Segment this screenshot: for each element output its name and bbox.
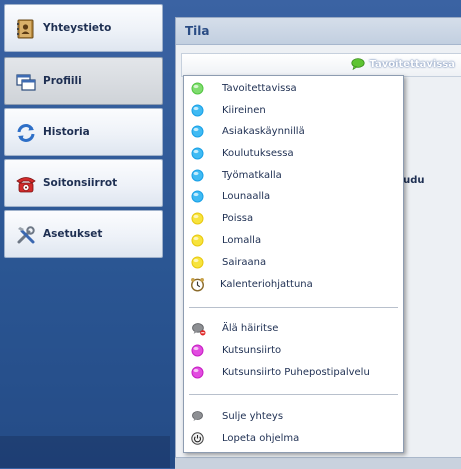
menu-item-sairaana[interactable]: Sairaana <box>184 252 403 273</box>
menu-item-ala-hairitse[interactable]: Älä häiritse <box>184 318 403 339</box>
menu-item-label: Työmatkalla <box>222 170 282 181</box>
chat-bubble-icon <box>351 58 366 70</box>
tools-icon <box>17 226 35 244</box>
status-dot-icon <box>191 190 204 203</box>
nav-item-asetukset[interactable]: Asetukset <box>4 210 163 258</box>
nav-item-soitonsiirrot[interactable]: Soitonsiirrot <box>4 159 163 207</box>
current-status-label: Tavoitettavissa <box>369 58 455 70</box>
bottom-shade <box>0 436 170 468</box>
status-dot-icon <box>191 104 204 117</box>
menu-item-asiakaskaynnilla[interactable]: Asiakaskäynnillä <box>184 121 403 142</box>
menu-item-label: Lomalla <box>222 235 262 246</box>
current-status-selector[interactable]: Tavoitettavissa <box>181 53 461 77</box>
status-dot-icon <box>191 234 204 247</box>
menu-item-label: Sulje yhteys <box>222 411 284 422</box>
menu-item-label: Kutsunsiirto <box>222 345 282 356</box>
nav-item-historia[interactable]: Historia <box>4 108 163 156</box>
nav-label-soitonsiirrot: Soitonsiirrot <box>43 177 118 189</box>
panel-title: Tila <box>185 24 210 38</box>
panel-footer <box>175 457 461 469</box>
nav-label-asetukset: Asetukset <box>43 228 103 240</box>
menu-item-label: Kiireinen <box>222 105 266 116</box>
menu-item-sulje-yhteys[interactable]: Sulje yhteys <box>184 406 403 427</box>
menu-item-kutsunsiirto[interactable]: Kutsunsiirto <box>184 340 403 361</box>
menu-item-label: Poissa <box>222 213 254 224</box>
menu-item-label: Lopeta ohjelma <box>222 433 300 444</box>
nav-label-yhteystieto: Yhteystieto <box>43 22 112 34</box>
nav-label-historia: Historia <box>43 126 90 138</box>
menu-item-kutsunsiirto-puhepostipalvelu[interactable]: Kutsunsiirto Puhepostipalvelu <box>184 362 403 383</box>
menu-item-lomalla[interactable]: Lomalla <box>184 230 403 251</box>
menu-item-label: Älä häiritse <box>222 323 279 334</box>
alarm-clock-icon <box>191 278 204 292</box>
menu-item-tavoitettavissa[interactable]: Tavoitettavissa <box>184 78 403 99</box>
menu-item-kalenteriohjattuna[interactable]: Kalenteriohjattuna <box>184 274 403 295</box>
status-dot-icon <box>191 125 204 138</box>
menu-item-lopeta-ohjelma[interactable]: Lopeta ohjelma <box>184 428 403 449</box>
menu-item-tyomatkalla[interactable]: Työmatkalla <box>184 165 403 186</box>
menu-item-lounaalla[interactable]: Lounaalla <box>184 186 403 207</box>
phone-icon <box>16 177 36 193</box>
menu-item-label: Tavoitettavissa <box>222 83 297 94</box>
menu-item-poissa[interactable]: Poissa <box>184 208 403 229</box>
menu-item-label: Asiakaskäynnillä <box>222 126 305 137</box>
status-dot-icon <box>191 147 204 160</box>
status-dropdown-menu: Tavoitettavissa Kiireinen Asiakaskäynnil… <box>183 75 404 453</box>
menu-item-label: Sairaana <box>222 257 267 268</box>
menu-item-label: Kalenteriohjattuna <box>220 279 313 290</box>
menu-item-koulutuksessa[interactable]: Koulutuksessa <box>184 143 403 164</box>
menu-separator <box>189 394 398 395</box>
menu-item-label: Lounaalla <box>222 191 271 202</box>
power-icon <box>191 432 204 445</box>
panel-header: Tila <box>176 18 461 45</box>
status-dot-icon <box>191 256 204 269</box>
current-status[interactable]: Tavoitettavissa <box>351 58 455 70</box>
close-connection-icon <box>192 411 203 421</box>
menu-item-kiireinen[interactable]: Kiireinen <box>184 100 403 121</box>
status-dot-icon <box>191 366 204 379</box>
status-dot-icon <box>191 344 204 357</box>
menu-item-label: Kutsunsiirto Puhepostipalvelu <box>222 367 370 378</box>
nav-label-profiili: Profiili <box>43 75 82 87</box>
windows-icon <box>16 74 36 91</box>
address-book-icon <box>17 19 34 39</box>
status-dot-icon <box>191 82 204 95</box>
nav-item-yhteystieto[interactable]: Yhteystieto <box>4 4 163 52</box>
status-dot-icon <box>191 212 204 225</box>
refresh-icon <box>17 124 35 142</box>
nav-item-profiili[interactable]: Profiili <box>4 57 163 105</box>
status-dot-icon <box>191 169 204 182</box>
menu-item-label: Koulutuksessa <box>222 148 294 159</box>
menu-separator <box>189 307 398 308</box>
do-not-disturb-icon <box>192 323 206 336</box>
